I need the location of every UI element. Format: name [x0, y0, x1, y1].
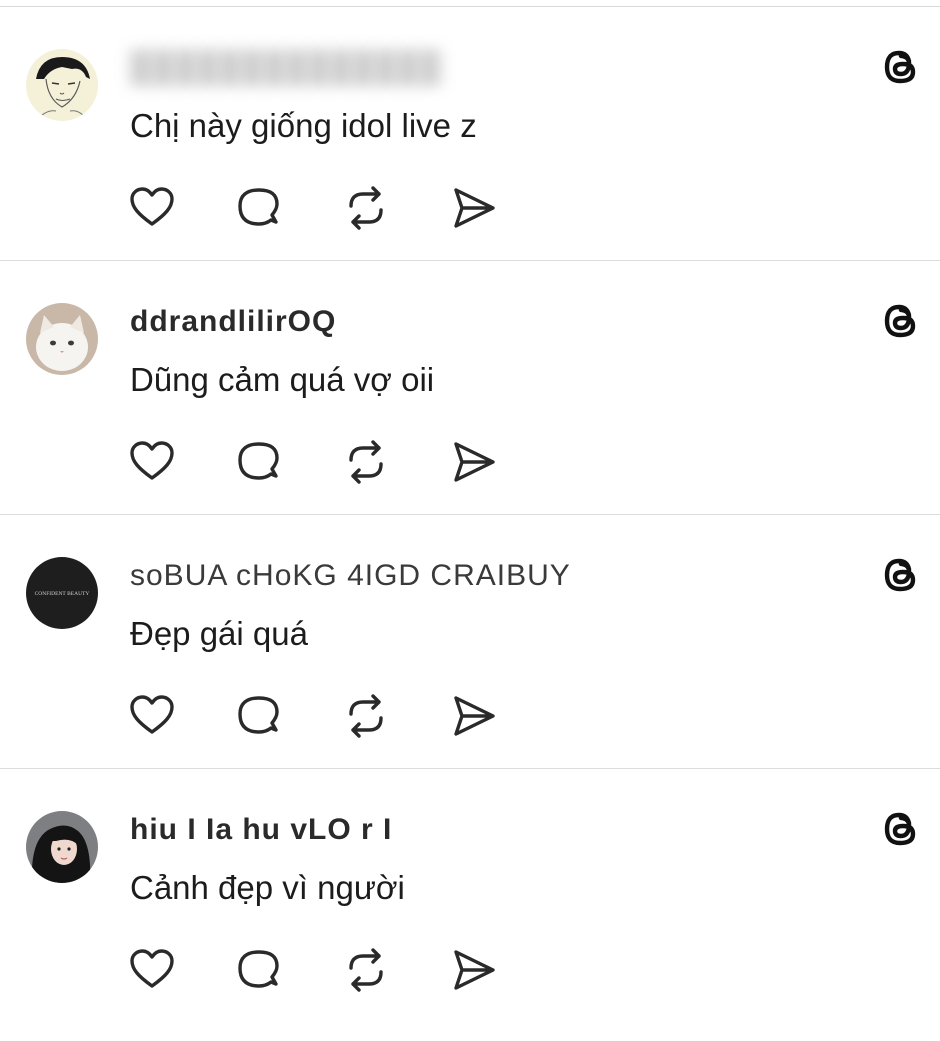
repost-icon[interactable] [342, 946, 390, 994]
heart-icon[interactable] [128, 946, 176, 994]
avatar-white-cat [26, 303, 98, 375]
avatar[interactable] [26, 49, 98, 121]
comment-bubble-icon[interactable] [235, 692, 283, 740]
action-bar [128, 692, 528, 740]
heart-icon[interactable] [128, 438, 176, 486]
comment-bubble-icon[interactable] [235, 438, 283, 486]
svg-text:CONFIDENT BEAUTY: CONFIDENT BEAUTY [35, 591, 90, 597]
comment-text: Chị này giống idol live z [130, 107, 477, 144]
threads-logo-icon[interactable] [879, 807, 923, 851]
username[interactable]: soBUA cHoKG 4IGD CRAIBUY [130, 559, 571, 593]
send-icon[interactable] [450, 438, 498, 486]
comment-text: Cảnh đẹp vì người [130, 869, 405, 906]
action-bar [128, 946, 528, 994]
repost-icon[interactable] [342, 184, 390, 232]
send-icon[interactable] [450, 692, 498, 740]
send-icon[interactable] [450, 184, 498, 232]
action-bar [128, 438, 528, 486]
comment-text: Đẹp gái quá [130, 615, 308, 652]
comment-text: Dũng cảm quá vợ oii [130, 361, 435, 398]
username[interactable]: ██████████████ [130, 51, 442, 85]
comment-bubble-icon[interactable] [235, 184, 283, 232]
comment-post: ██████████████ Chị này giống idol live z [0, 7, 940, 261]
heart-icon[interactable] [128, 184, 176, 232]
avatar[interactable] [26, 811, 98, 883]
avatar-sketch-man [26, 49, 98, 121]
heart-icon[interactable] [128, 692, 176, 740]
avatar-girl-photo [26, 811, 98, 883]
threads-logo-icon[interactable] [879, 553, 923, 597]
send-icon[interactable] [450, 946, 498, 994]
action-bar [128, 184, 528, 232]
comment-post: CONFIDENT BEAUTY soBUA cHoKG 4IGD CRAIBU… [0, 515, 940, 769]
comment-post: ddrandlilirOQ Dũng cảm quá vợ oii [0, 261, 940, 515]
avatar[interactable]: CONFIDENT BEAUTY [26, 557, 98, 629]
threads-logo-icon[interactable] [879, 45, 923, 89]
repost-icon[interactable] [342, 692, 390, 740]
repost-icon[interactable] [342, 438, 390, 486]
avatar[interactable] [26, 303, 98, 375]
username[interactable]: ddrandlilirOQ [130, 305, 336, 339]
comment-bubble-icon[interactable] [235, 946, 283, 994]
threads-logo-icon[interactable] [879, 299, 923, 343]
avatar-confident-beauty: CONFIDENT BEAUTY [26, 557, 98, 629]
username[interactable]: hiu I Ia hu vLO r I [130, 813, 392, 847]
comment-post: hiu I Ia hu vLO r I Cảnh đẹp vì người [0, 769, 940, 1023]
